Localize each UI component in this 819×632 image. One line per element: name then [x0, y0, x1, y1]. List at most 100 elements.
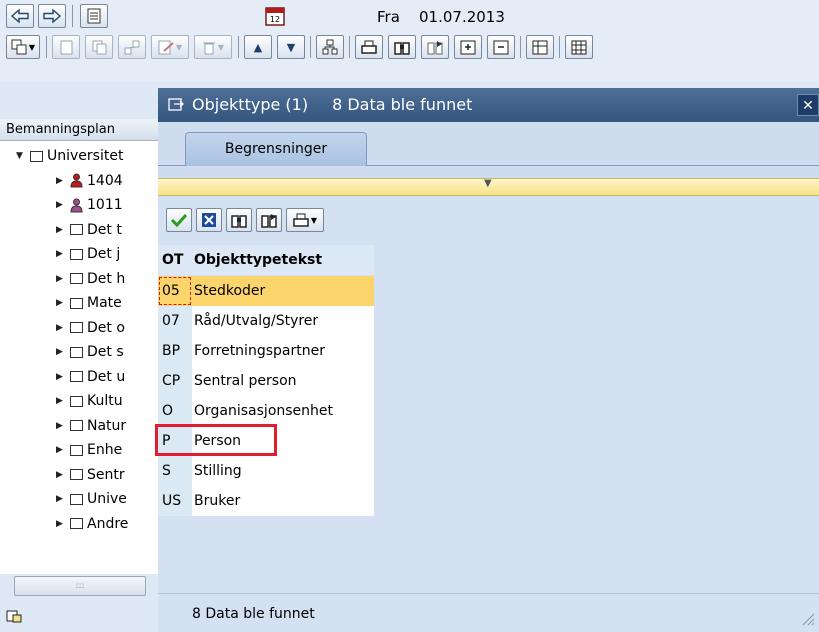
collapsed-triangle-icon[interactable]: ▶	[56, 200, 66, 210]
printer-icon	[361, 40, 377, 54]
collapse-button[interactable]	[487, 35, 515, 59]
tree-item[interactable]: ▶ Enhe	[0, 438, 158, 462]
toolbar-separator	[559, 36, 560, 58]
back-arrow-button[interactable]	[6, 4, 34, 28]
tree-item[interactable]: ▶ Det s	[0, 340, 158, 364]
cell-objecttype-text[interactable]: Forretningspartner	[192, 343, 374, 359]
collapsed-triangle-icon[interactable]: ▶	[56, 323, 66, 333]
cell-objecttype-text[interactable]: Organisasjonsenhet	[192, 403, 374, 419]
collapsed-triangle-icon[interactable]: ▶	[56, 421, 66, 431]
grid-header: OT Objekttypetekst	[158, 245, 374, 275]
forward-arrow-button[interactable]	[38, 4, 66, 28]
collapsed-triangle-icon[interactable]: ▶	[56, 225, 66, 235]
tree-icon[interactable]	[6, 609, 22, 623]
cell-objecttype-text[interactable]: Stedkoder	[192, 283, 374, 299]
collapsed-triangle-icon[interactable]: ▶	[56, 519, 66, 529]
cell-ot[interactable]: CP	[158, 366, 192, 396]
tree-item[interactable]: ▶ Mate	[0, 291, 158, 315]
cell-ot[interactable]: S	[158, 456, 192, 486]
cell-objecttype-text[interactable]: Bruker	[192, 493, 374, 509]
tree-item[interactable]: ▶ Det o	[0, 316, 158, 340]
tab-begrensninger[interactable]: Begrensninger	[185, 132, 367, 166]
column-header-ot[interactable]: OT	[158, 252, 192, 268]
tree-item[interactable]: ▼ Universitet	[0, 144, 158, 168]
dialog-find-next-button[interactable]	[256, 208, 282, 232]
cancel-button[interactable]	[196, 208, 222, 232]
structure-button[interactable]	[80, 4, 108, 28]
collapsed-triangle-icon[interactable]: ▶	[56, 249, 66, 259]
cell-ot[interactable]: BP	[158, 336, 192, 366]
expand-button[interactable]	[454, 35, 482, 59]
toolbar-separator	[46, 36, 47, 58]
cell-objecttype-text[interactable]: Sentral person	[192, 373, 374, 389]
cell-objecttype-text[interactable]: Råd/Utvalg/Styrer	[192, 313, 374, 329]
trash-icon	[202, 42, 215, 54]
dialog-find-button[interactable]	[226, 208, 252, 232]
triangle-up-icon: ▲	[253, 40, 263, 54]
table-row[interactable]: BP Forretningspartner	[158, 336, 374, 366]
table-row[interactable]: 07 Råd/Utvalg/Styrer	[158, 306, 374, 336]
create-button[interactable]	[52, 35, 80, 59]
collapsed-triangle-icon[interactable]: ▶	[56, 470, 66, 480]
toolbar-separator	[349, 36, 350, 58]
collapsed-triangle-icon[interactable]: ▶	[56, 494, 66, 504]
tree-item-label: Det j	[87, 246, 121, 262]
settings-button[interactable]	[565, 35, 593, 59]
table-row[interactable]: O Organisasjonsenhet	[158, 396, 374, 426]
collapsed-triangle-icon[interactable]: ▶	[56, 372, 66, 382]
tree-item[interactable]: ▶ Det j	[0, 242, 158, 266]
expanded-triangle-icon[interactable]: ▼	[16, 151, 26, 161]
toolbar-separator	[72, 5, 73, 27]
date-value: 01.07.2013	[419, 8, 505, 26]
tree-item[interactable]: ▶ Sentr	[0, 463, 158, 487]
cell-ot[interactable]: 07	[158, 306, 192, 336]
find-next-icon	[427, 40, 443, 54]
calendar-button[interactable]: 12	[264, 5, 286, 27]
tree-item[interactable]: ▶ Det u	[0, 365, 158, 389]
copy-button[interactable]	[85, 35, 113, 59]
collapsed-triangle-icon[interactable]: ▶	[56, 445, 66, 455]
arrow-left-icon	[11, 9, 29, 23]
table-row[interactable]: S Stilling	[158, 456, 374, 486]
column-header-text[interactable]: Objekttypetekst	[192, 252, 322, 268]
tree-item[interactable]: ▶ Andre	[0, 512, 158, 536]
collapsed-triangle-icon[interactable]: ▶	[56, 298, 66, 308]
tree-item[interactable]: ▶ Det t	[0, 218, 158, 242]
table-row[interactable]: US Bruker	[158, 486, 374, 516]
change-button[interactable]: ▼	[151, 35, 189, 59]
sort-button[interactable]	[316, 35, 344, 59]
move-up-button[interactable]: ▲	[244, 35, 272, 59]
layout-button[interactable]: ▼	[6, 35, 40, 59]
tree-item[interactable]: ▶ Det h	[0, 267, 158, 291]
checkmark-icon	[171, 213, 187, 227]
tree-item[interactable]: ▶ 1011	[0, 193, 158, 217]
print-button[interactable]	[355, 35, 383, 59]
cell-objecttype-text[interactable]: Stilling	[192, 463, 374, 479]
folder-icon	[70, 395, 83, 407]
collapse-arrow-icon[interactable]: ▼	[484, 178, 492, 189]
collapsed-triangle-icon[interactable]: ▶	[56, 347, 66, 357]
resize-grip-icon[interactable]	[801, 612, 815, 626]
cell-ot[interactable]: US	[158, 486, 192, 516]
tree-item[interactable]: ▶ Kultu	[0, 389, 158, 413]
tree-item[interactable]: ▶ 1404	[0, 169, 158, 193]
horizontal-scrollbar[interactable]: :::	[14, 576, 146, 596]
delete-button[interactable]: ▼	[194, 35, 232, 59]
tree-item[interactable]: ▶ Natur	[0, 414, 158, 438]
dialog-print-button[interactable]: ▼	[286, 208, 324, 232]
move-down-button[interactable]: ▼	[277, 35, 305, 59]
collapsed-triangle-icon[interactable]: ▶	[56, 176, 66, 186]
collapsed-triangle-icon[interactable]: ▶	[56, 396, 66, 406]
find-button[interactable]	[388, 35, 416, 59]
dialog-close-button[interactable]: ✕	[797, 94, 819, 116]
edit-document-icon	[158, 40, 174, 54]
columns-button[interactable]	[526, 35, 554, 59]
cell-ot[interactable]: O	[158, 396, 192, 426]
tree-item[interactable]: ▶ Unive	[0, 487, 158, 511]
find-next-button[interactable]	[421, 35, 449, 59]
tree-item-label: Sentr	[87, 466, 125, 483]
collapsed-triangle-icon[interactable]: ▶	[56, 274, 66, 284]
table-row[interactable]: CP Sentral person	[158, 366, 374, 396]
reassign-button[interactable]	[118, 35, 146, 59]
confirm-button[interactable]	[166, 208, 192, 232]
